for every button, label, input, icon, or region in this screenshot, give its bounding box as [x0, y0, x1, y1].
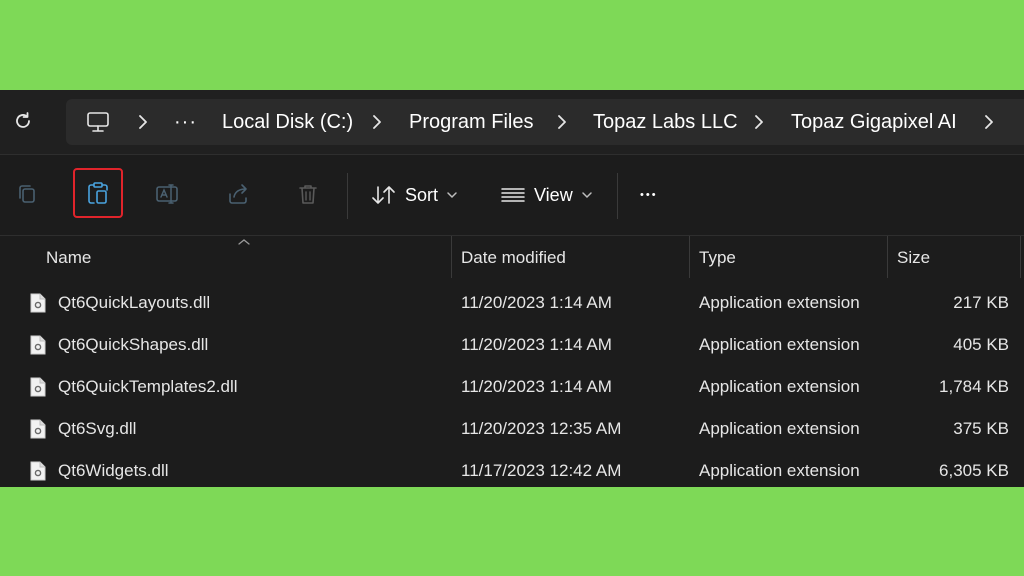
table-row[interactable]: Qt6QuickLayouts.dll 11/20/2023 1:14 AM A…: [0, 282, 1024, 324]
view-button[interactable]: View: [500, 179, 593, 211]
breadcrumb-item-program-files[interactable]: Program Files: [409, 99, 533, 145]
refresh-button[interactable]: [10, 108, 36, 134]
dll-file-icon: [30, 461, 46, 481]
file-date: 11/20/2023 12:35 AM: [461, 419, 622, 438]
file-type: Application extension: [699, 461, 860, 480]
address-bar[interactable]: ··· Local Disk (C:) Program Files Topaz …: [66, 99, 1024, 145]
column-divider[interactable]: [451, 236, 452, 278]
table-row[interactable]: Qt6Widgets.dll 11/17/2023 12:42 AM Appli…: [0, 450, 1024, 487]
file-name: Qt6QuickLayouts.dll: [58, 293, 211, 312]
column-header: Name Date modified Type Size: [0, 236, 1024, 282]
file-date: 11/20/2023 1:14 AM: [461, 377, 612, 396]
more-icon: •••: [640, 189, 658, 201]
file-type: Application extension: [699, 377, 860, 396]
column-header-type[interactable]: Type: [699, 236, 736, 282]
file-size: 375 KB: [953, 419, 1009, 438]
more-options-button[interactable]: •••: [640, 179, 658, 211]
paste-button[interactable]: [73, 168, 123, 218]
file-date: 11/17/2023 12:42 AM: [461, 461, 622, 480]
chevron-right-icon[interactable]: [136, 114, 150, 130]
column-header-name[interactable]: Name: [46, 236, 91, 282]
share-icon: [229, 184, 247, 204]
sort-label: Sort: [405, 184, 439, 205]
chevron-down-icon: [447, 192, 457, 199]
column-divider[interactable]: [1020, 236, 1021, 278]
table-row[interactable]: Qt6Svg.dll 11/20/2023 12:35 AM Applicati…: [0, 408, 1024, 450]
breadcrumb-item-topaz-labs[interactable]: Topaz Labs LLC: [593, 99, 738, 145]
file-size: 6,305 KB: [939, 461, 1009, 480]
dll-file-icon: [30, 419, 46, 439]
file-type: Application extension: [699, 293, 860, 312]
view-label: View: [534, 184, 573, 205]
dll-file-icon: [30, 335, 46, 355]
copy-icon: [19, 185, 35, 203]
copy-button[interactable]: [6, 173, 48, 215]
sort-icon: [372, 186, 395, 204]
chevron-right-icon[interactable]: [752, 114, 766, 130]
column-divider[interactable]: [689, 236, 690, 278]
toolbar-separator: [617, 173, 618, 219]
dll-file-icon: [30, 293, 46, 313]
breadcrumb-item-local-disk[interactable]: Local Disk (C:): [222, 99, 353, 145]
column-divider[interactable]: [887, 236, 888, 278]
address-row: ··· Local Disk (C:) Program Files Topaz …: [0, 90, 1024, 154]
file-type: Application extension: [699, 335, 860, 354]
file-date: 11/20/2023 1:14 AM: [461, 335, 612, 354]
this-pc-icon: [87, 112, 109, 132]
trash-icon: [299, 185, 317, 204]
share-button[interactable]: [217, 173, 259, 215]
file-list: Qt6QuickLayouts.dll 11/20/2023 1:14 AM A…: [0, 282, 1024, 487]
rename-icon: [156, 184, 178, 204]
chevron-right-icon[interactable]: [982, 114, 996, 130]
sort-button[interactable]: Sort: [371, 179, 458, 211]
breadcrumb-overflow[interactable]: ···: [174, 99, 197, 145]
file-size: 217 KB: [953, 293, 1009, 312]
sort-ascending-icon: [238, 239, 250, 245]
file-name: Qt6QuickShapes.dll: [58, 335, 209, 354]
column-header-date[interactable]: Date modified: [461, 236, 566, 282]
file-size: 1,784 KB: [939, 377, 1009, 396]
delete-button[interactable]: [287, 173, 329, 215]
toolbar-separator: [347, 173, 348, 219]
dll-file-icon: [30, 377, 46, 397]
file-size: 405 KB: [953, 335, 1009, 354]
file-explorer-window: ··· Local Disk (C:) Program Files Topaz …: [0, 90, 1024, 487]
file-type: Application extension: [699, 419, 860, 438]
command-bar: Sort View •••: [0, 155, 1024, 235]
view-icon: [501, 188, 525, 202]
chevron-right-icon[interactable]: [555, 114, 569, 130]
file-name: Qt6Svg.dll: [58, 419, 137, 438]
chevron-right-icon[interactable]: [370, 114, 384, 130]
file-name: Qt6QuickTemplates2.dll: [58, 377, 238, 396]
chevron-down-icon: [581, 192, 592, 199]
refresh-icon: [16, 112, 30, 128]
paste-icon: [88, 182, 108, 204]
column-header-size[interactable]: Size: [897, 236, 930, 282]
file-date: 11/20/2023 1:14 AM: [461, 293, 612, 312]
table-row[interactable]: Qt6QuickShapes.dll 11/20/2023 1:14 AM Ap…: [0, 324, 1024, 366]
breadcrumb-item-topaz-gigapixel[interactable]: Topaz Gigapixel AI: [791, 99, 957, 145]
rename-button[interactable]: [147, 173, 189, 215]
table-row[interactable]: Qt6QuickTemplates2.dll 11/20/2023 1:14 A…: [0, 366, 1024, 408]
file-name: Qt6Widgets.dll: [58, 461, 169, 480]
